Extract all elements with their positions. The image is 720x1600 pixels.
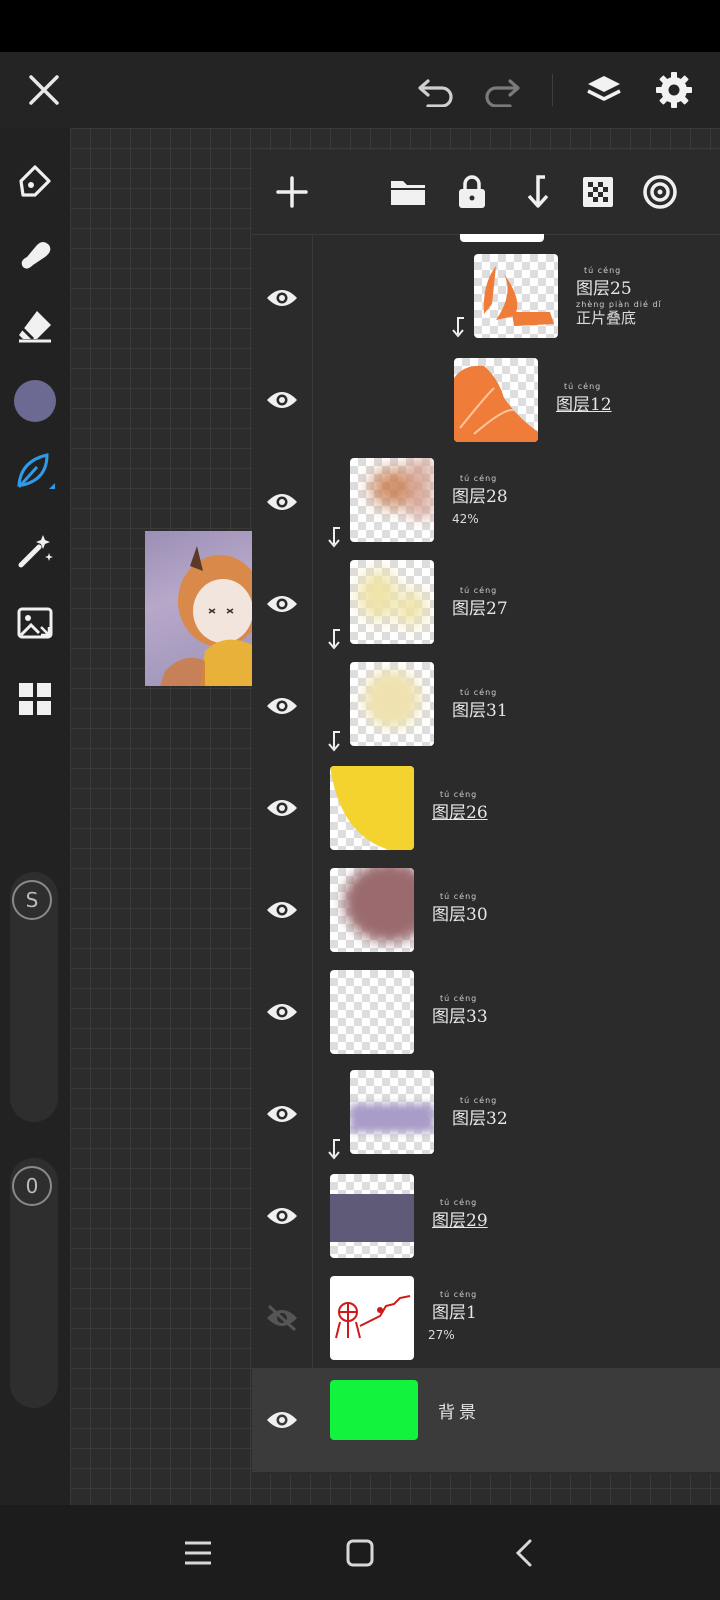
layers-panel: tú céng 图层25 zhèng piàn dié dǐ 正片叠底 tú c… — [252, 150, 720, 1474]
recent-apps-icon[interactable] — [170, 1525, 226, 1581]
layer-name: 背景 — [438, 1403, 480, 1423]
image-import-icon[interactable] — [10, 598, 60, 648]
eye-icon[interactable] — [252, 246, 313, 349]
layer-thumbnail — [454, 358, 538, 442]
leaf-brush-icon[interactable] — [10, 446, 60, 496]
folder-icon[interactable] — [384, 168, 432, 216]
layer-row[interactable]: tú céng 图层31 — [252, 654, 720, 758]
clipping-arrow-icon — [452, 317, 464, 338]
layer-thumbnail — [350, 662, 434, 746]
layers-icon[interactable] — [578, 64, 630, 116]
canvas-artwork-preview — [145, 531, 255, 686]
magic-wand-icon[interactable] — [10, 526, 60, 576]
layer-row[interactable]: tú céng 图层1 27% — [252, 1266, 720, 1370]
background-color-swatch — [330, 1380, 418, 1440]
eye-icon[interactable] — [252, 1368, 313, 1471]
brush-opacity-slider[interactable]: 0 — [10, 1158, 58, 1408]
layer-name: 图层1 — [432, 1303, 477, 1323]
pen-icon[interactable] — [10, 156, 60, 206]
layer-row[interactable]: tú céng 图层30 — [252, 858, 720, 962]
layer-name: 图层28 — [452, 487, 508, 507]
blend-mode-icon[interactable] — [636, 168, 684, 216]
layer-row[interactable]: tú céng 图层29 — [252, 1164, 720, 1268]
size-label: S — [25, 888, 39, 912]
layer-name: 图层27 — [452, 599, 508, 619]
layer-thumbnail — [330, 868, 414, 952]
eye-icon[interactable] — [252, 1062, 313, 1165]
lock-icon[interactable] — [448, 168, 496, 216]
layer-name: 图层32 — [452, 1109, 508, 1129]
layer-thumbnail-partial — [460, 234, 544, 242]
layer-opacity: 27% — [428, 1328, 455, 1342]
smudge-icon[interactable] — [10, 228, 60, 278]
layer-thumbnail — [330, 1174, 414, 1258]
brush-size-slider[interactable]: S — [10, 872, 58, 1122]
gallery-grid-icon[interactable] — [10, 674, 60, 724]
status-bar — [0, 0, 720, 52]
eye-icon[interactable] — [252, 960, 313, 1063]
transparency-icon[interactable] — [574, 168, 622, 216]
clipping-arrow-icon — [328, 629, 340, 650]
layer-row-background[interactable]: 背景 — [252, 1368, 720, 1472]
eye-icon[interactable] — [252, 1164, 313, 1267]
blend-mode-label: 正片叠底 — [576, 309, 637, 327]
eye-icon[interactable] — [252, 552, 313, 655]
eye-icon[interactable] — [252, 348, 313, 451]
eye-hidden-icon[interactable] — [252, 1266, 313, 1369]
eye-icon[interactable] — [252, 450, 313, 553]
layer-thumbnail — [350, 458, 434, 542]
layer-row[interactable]: tú céng 图层12 — [252, 348, 720, 452]
layer-thumbnail — [350, 1070, 434, 1154]
layers-toolbar — [252, 150, 720, 235]
layer-thumbnail — [330, 1276, 414, 1360]
eye-icon[interactable] — [252, 858, 313, 961]
merge-down-icon[interactable] — [512, 168, 560, 216]
divider — [312, 234, 313, 246]
eye-icon[interactable] — [252, 756, 313, 859]
redo-icon[interactable] — [478, 66, 526, 114]
layer-name: 图层26 — [432, 803, 488, 823]
layer-name: 图层31 — [452, 701, 508, 721]
layer-thumbnail — [350, 560, 434, 644]
layer-thumbnail — [330, 766, 414, 850]
undo-icon[interactable] — [412, 66, 460, 114]
top-toolbar — [0, 52, 720, 128]
home-icon[interactable] — [332, 1525, 388, 1581]
system-nav-bar — [0, 1505, 720, 1600]
layer-name: 图层33 — [432, 1007, 488, 1027]
layer-row[interactable]: tú céng 图层26 — [252, 756, 720, 860]
layer-name: 图层12 — [556, 395, 612, 415]
layer-row[interactable]: tú céng 图层27 — [252, 552, 720, 656]
eye-icon[interactable] — [252, 654, 313, 757]
divider — [552, 74, 553, 106]
layer-name: 图层25 — [576, 279, 632, 299]
layer-opacity: 42% — [452, 512, 479, 526]
brush-size-knob[interactable]: S — [12, 880, 52, 920]
opacity-label: 0 — [25, 1174, 39, 1198]
tool-sidebar: S 0 — [0, 128, 70, 1505]
layer-row[interactable]: tú céng 图层32 — [252, 1062, 720, 1166]
layer-row[interactable]: tú céng 图层25 zhèng piàn dié dǐ 正片叠底 — [252, 246, 720, 350]
color-swatch[interactable] — [14, 380, 56, 422]
brush-opacity-knob[interactable]: 0 — [12, 1166, 52, 1206]
gear-icon[interactable] — [648, 64, 700, 116]
add-layer-icon[interactable] — [268, 168, 316, 216]
layer-thumbnail — [474, 254, 558, 338]
eraser-icon[interactable] — [10, 300, 60, 350]
layer-row[interactable]: tú céng 图层33 — [252, 960, 720, 1064]
layer-row[interactable]: tú céng 图层28 42% — [252, 450, 720, 554]
clipping-arrow-icon — [328, 1139, 340, 1160]
clipping-arrow-icon — [328, 731, 340, 752]
layer-thumbnail — [330, 970, 414, 1054]
clipping-arrow-icon — [328, 527, 340, 548]
layer-name: 图层30 — [432, 905, 488, 925]
layer-name: 图层29 — [432, 1211, 488, 1231]
close-icon[interactable] — [20, 66, 68, 114]
back-icon[interactable] — [496, 1525, 552, 1581]
